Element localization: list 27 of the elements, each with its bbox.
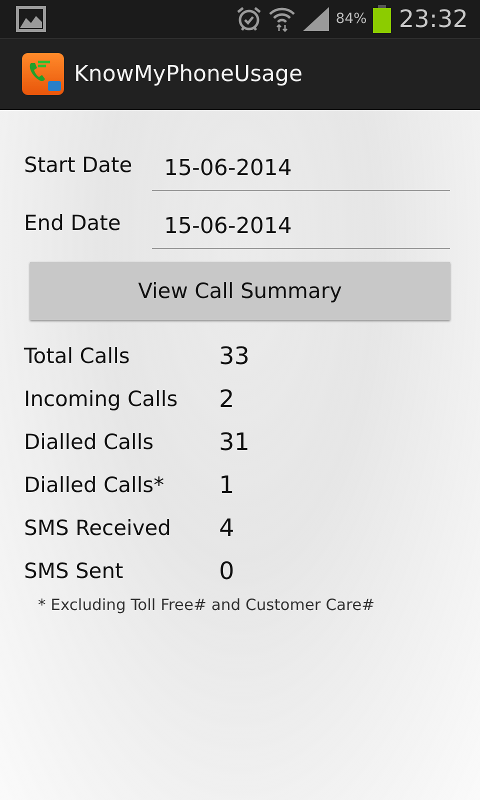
- clock-time: 23:32: [398, 5, 468, 33]
- alarm-clock-icon: [236, 6, 262, 32]
- stat-value: 31: [219, 426, 251, 458]
- stat-label: Total Calls: [24, 342, 131, 370]
- stat-value: 0: [219, 556, 236, 586]
- picture-notification-icon: [16, 6, 46, 32]
- date-field[interactable]: 15-06-2014: [152, 205, 450, 249]
- stat-value: 2: [219, 384, 236, 414]
- battery-icon: [372, 5, 391, 33]
- date-label: End Date: [24, 211, 122, 235]
- date-label: Start Date: [24, 153, 134, 177]
- stat-label: SMS Received: [24, 514, 172, 542]
- stat-label: Dialled Calls: [24, 428, 155, 456]
- wifi-icon: [268, 6, 296, 32]
- stat-label: Incoming Calls: [24, 386, 179, 412]
- app-icon: [22, 53, 64, 95]
- stat-label: SMS Sent: [24, 558, 124, 584]
- stat-value: 4: [219, 512, 236, 544]
- footnote: * Excluding Toll Free# and Customer Care#: [38, 596, 376, 614]
- stat-value: 33: [219, 340, 251, 372]
- battery-percent: 84%: [336, 11, 367, 27]
- app-title: KnowMyPhoneUsage: [74, 62, 303, 86]
- stat-label: Dialled Calls*: [24, 472, 166, 498]
- date-field[interactable]: 15-06-2014: [152, 147, 450, 191]
- stat-value: 1: [219, 470, 236, 500]
- signal-icon: [302, 6, 330, 32]
- view-call-summary-button[interactable]: View Call Summary: [30, 262, 450, 320]
